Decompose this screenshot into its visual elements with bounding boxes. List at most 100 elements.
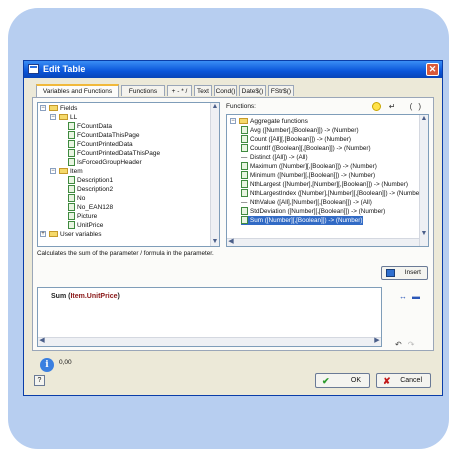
tree-label: Picture	[77, 213, 98, 220]
collapse-icon[interactable]: −	[50, 168, 56, 174]
function-label: Sum ([Number][,[Boolean]]) -> (Number)	[250, 217, 363, 224]
function-icon	[241, 180, 248, 189]
tree-node-fcountprinteddatathispage[interactable]: FCountPrintedDataThisPage	[68, 149, 160, 158]
scroll-up-icon[interactable]: ▲	[211, 103, 219, 111]
tree-node-fcountdatathispage[interactable]: FCountDataThisPage	[68, 131, 140, 140]
insert-button[interactable]: Insert	[381, 266, 428, 280]
tree-node-picture[interactable]: Picture	[68, 212, 97, 221]
field-icon	[68, 149, 75, 158]
function-description: Calculates the sum of the parameter / fo…	[37, 250, 214, 257]
wrap-icon[interactable]: ↔	[399, 292, 412, 301]
scroll-left-icon[interactable]: ◀	[227, 238, 235, 246]
tree-node-no-ean128[interactable]: No_EAN128	[68, 203, 113, 212]
scroll-up-icon[interactable]: ▲	[420, 115, 428, 123]
redo-icon[interactable]: ↷	[408, 340, 421, 349]
function-item-maximum[interactable]: Maximum ([Number][,[Boolean]]) -> (Numbe…	[241, 162, 377, 171]
close-button[interactable]: ✕	[426, 63, 439, 76]
help-button[interactable]: ?	[34, 375, 45, 386]
functions-list[interactable]: − Aggregate functions Avg ([Number],[Bool…	[226, 114, 429, 247]
function-item-nthlargestindex[interactable]: NthLargestIndex ([Number],[Number][,[Boo…	[241, 189, 423, 198]
function-label: Maximum ([Number][,[Boolean]]) -> (Numbe…	[250, 163, 377, 170]
scroll-right-icon[interactable]: ▶	[373, 337, 381, 345]
ok-button[interactable]: ✔ OK	[315, 373, 370, 388]
function-icon	[241, 144, 248, 153]
tree-label: FCountPrintedDataThisPage	[77, 150, 161, 157]
tree-node-isforcedgroupheader[interactable]: IsForcedGroupHeader	[68, 158, 142, 167]
field-icon	[68, 140, 75, 149]
tree-vertical-scrollbar[interactable]: ▲ ▼	[210, 103, 219, 246]
formula-editor[interactable]: Sum (Item.UnitPrice) ◀ ▶	[37, 287, 382, 347]
tree-label: No	[77, 195, 86, 202]
tree-node-description1[interactable]: Description1	[68, 176, 113, 185]
tree-node-unitprice[interactable]: UnitPrice	[68, 221, 103, 230]
undo-icon[interactable]: ↶	[395, 340, 408, 349]
expand-icon[interactable]: +	[40, 231, 46, 237]
tab-cond[interactable]: Cond()	[214, 85, 237, 96]
function-item-stddeviation[interactable]: StdDeviation ([Number][,[Boolean]]) -> (…	[241, 207, 385, 216]
cancel-button[interactable]: ✘ Cancel	[376, 373, 431, 388]
functions-horizontal-scrollbar[interactable]: ◀	[227, 238, 419, 246]
function-item-distinct[interactable]: — Distinct ([All]) -> (All)	[241, 153, 308, 162]
functions-vertical-scrollbar[interactable]: ▲ ▼	[419, 115, 428, 246]
parentheses-icon[interactable]: ()	[410, 102, 427, 111]
lightbulb-icon[interactable]	[371, 102, 381, 112]
editor-horizontal-scrollbar[interactable]: ◀ ▶	[38, 337, 381, 346]
function-item-nthlargest[interactable]: NthLargest ([Number],[Number][,[Boolean]…	[241, 180, 408, 189]
dash-icon: —	[241, 199, 248, 206]
collapse-icon[interactable]: −	[50, 114, 56, 120]
number-field-icon	[68, 221, 75, 230]
tree-label: FCountData	[77, 123, 113, 130]
tab-operators[interactable]: + - * /	[167, 85, 192, 96]
function-item-count[interactable]: Count ([All][,[Boolean]]) -> (Number)	[241, 135, 351, 144]
tree-node-no[interactable]: No	[68, 194, 85, 203]
editor-mode-icon[interactable]: ▬	[412, 292, 425, 301]
tree-node-fcountdata[interactable]: FCountData	[68, 122, 112, 131]
tree-label: IsForcedGroupHeader	[77, 159, 142, 166]
tree-node-description2[interactable]: Description2	[68, 185, 113, 194]
tab-variables-and-functions[interactable]: Variables and Functions	[36, 84, 119, 97]
undo-redo-toolbar: ↶↷	[395, 340, 420, 349]
folder-icon	[59, 114, 68, 121]
edit-table-dialog: Edit Table ✕ Variables and Functions Fun…	[23, 60, 443, 396]
cross-icon: ✘	[383, 376, 391, 386]
function-item-avg[interactable]: Avg ([Number],[Boolean]]) -> (Number)	[241, 126, 359, 135]
user-variables-icon	[49, 231, 58, 238]
function-icon	[241, 126, 248, 135]
tree-label: FCountDataThisPage	[77, 132, 140, 139]
picture-field-icon	[68, 212, 75, 221]
tab-fstr[interactable]: FStr$()	[268, 85, 294, 96]
formula-argument: Item.UnitPrice	[70, 293, 118, 300]
insert-label: Insert	[404, 269, 421, 276]
dash-icon: —	[241, 154, 248, 161]
result-value: 0,00	[59, 359, 72, 366]
collapse-icon[interactable]: −	[40, 105, 46, 111]
tab-text[interactable]: Text	[194, 85, 212, 96]
checkbox-field-icon	[68, 158, 75, 167]
tab-date[interactable]: Date$()	[239, 85, 266, 96]
title-bar[interactable]: Edit Table ✕	[24, 61, 442, 78]
scroll-down-icon[interactable]: ▼	[211, 238, 219, 246]
scroll-left-icon[interactable]: ◀	[38, 337, 46, 345]
functions-panel: Functions: ↵ () − Aggregate functions Avg…	[226, 102, 429, 247]
function-item-minimum[interactable]: Minimum ([Number][,[Boolean]]) -> (Numbe…	[241, 171, 375, 180]
collapse-icon[interactable]: −	[230, 118, 236, 124]
scroll-down-icon[interactable]: ▼	[420, 230, 428, 238]
formula-text[interactable]: Sum (Item.UnitPrice)	[51, 293, 120, 300]
barcode-field-icon	[68, 203, 75, 212]
tab-content: − Fields − LL FCountData FCountDataThisPag…	[32, 97, 434, 372]
function-item-countif[interactable]: CountIf ([Boolean][,[Boolean]]) -> (Numb…	[241, 144, 371, 153]
tree-label: No_EAN128	[77, 204, 114, 211]
field-icon	[68, 122, 75, 131]
folder-icon	[49, 105, 58, 112]
functions-label: Functions:	[226, 103, 256, 110]
function-item-sum[interactable]: Sum ([Number][,[Boolean]]) -> (Number)	[241, 216, 363, 225]
window-icon	[28, 64, 39, 74]
tab-functions[interactable]: Functions	[121, 85, 165, 96]
tree-node-fcountprinteddata[interactable]: FCountPrintedData	[68, 140, 133, 149]
variables-tree[interactable]: − Fields − LL FCountData FCountDataThisPag…	[37, 102, 220, 247]
enter-icon[interactable]: ↵	[389, 102, 402, 111]
field-icon	[68, 131, 75, 140]
function-item-nthvalue[interactable]: — NthValue ([All],[Number][,[Boolean]]) -…	[241, 198, 372, 207]
function-label: Avg ([Number],[Boolean]]) -> (Number)	[250, 127, 359, 134]
function-label: StdDeviation ([Number][,[Boolean]]) -> (…	[250, 208, 386, 215]
